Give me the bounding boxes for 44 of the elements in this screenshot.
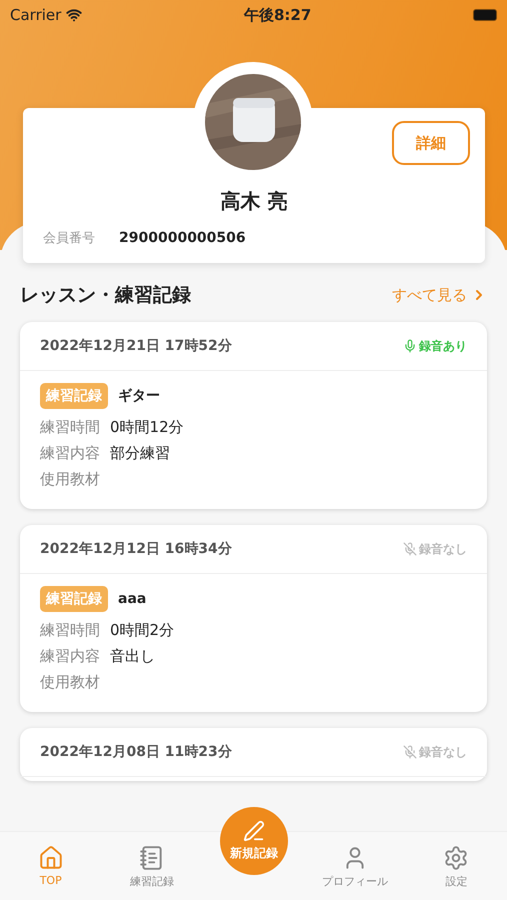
settings-icon: [443, 845, 470, 871]
record-date: 2022年12月12日 16時34分: [40, 540, 232, 558]
record-tag: 練習記録: [40, 586, 108, 612]
field-value: 0時間12分: [110, 418, 184, 437]
status-time: 午後8:27: [244, 6, 312, 24]
field-value: 部分練習: [110, 444, 170, 463]
see-all-link[interactable]: すべて見る: [392, 286, 487, 304]
battery-icon: [473, 9, 497, 21]
record-tag: 練習記録: [40, 383, 108, 409]
microphone-off-icon: [403, 542, 417, 556]
detail-button[interactable]: 詳細: [392, 121, 470, 165]
record-card[interactable]: 2022年12月12日 16時34分 録音なし 練習記録 aaa 練習時間 0時間2分 練習内容 音出し 使用教材: [20, 525, 487, 712]
tab-item[interactable]: 設定: [406, 832, 507, 900]
recording-status: 録音なし: [403, 540, 467, 558]
section-title: レッスン・練習記録: [20, 283, 191, 308]
record-card[interactable]: 2022年12月21日 17時52分 録音あり 練習記録 ギター 練習時間 0時間12分 練習内容 部分練習 使用教材: [20, 322, 487, 509]
field-label: 練習内容: [40, 444, 100, 463]
tab-item[interactable]: TOP: [0, 832, 102, 900]
recording-status: 録音あり: [403, 338, 467, 354]
field-label: 練習時間: [40, 621, 100, 640]
home-icon: [38, 845, 64, 871]
tab-item[interactable]: プロフィール: [304, 832, 406, 900]
user-name: 高木 亮: [220, 188, 288, 215]
field-label: 使用教材: [40, 470, 100, 489]
microphone-icon: [403, 339, 417, 353]
new-record-button[interactable]: 新規記録: [220, 807, 288, 875]
field-label: 使用教材: [40, 673, 100, 692]
instrument-name: aaa: [118, 591, 146, 607]
pencil-icon: [243, 820, 265, 842]
record-date: 2022年12月08日 11時23分: [40, 743, 232, 761]
member-number: 2900000000506: [119, 230, 246, 246]
carrier-label: Carrier: [10, 6, 62, 24]
wifi-icon: [66, 7, 82, 23]
record-card[interactable]: 2022年12月08日 11時23分 録音なし: [20, 728, 487, 781]
field-value: 0時間2分: [110, 621, 174, 640]
member-number-label: 会員番号: [43, 230, 95, 247]
field-label: 練習時間: [40, 418, 100, 437]
tab-item[interactable]: 練習記録: [101, 832, 203, 900]
instrument-name: ギター: [118, 387, 160, 405]
field-label: 練習内容: [40, 647, 100, 666]
field-value: 音出し: [110, 647, 155, 666]
record-date: 2022年12月21日 17時52分: [40, 337, 232, 355]
microphone-off-icon: [403, 745, 417, 759]
recording-status: 録音なし: [403, 744, 467, 760]
